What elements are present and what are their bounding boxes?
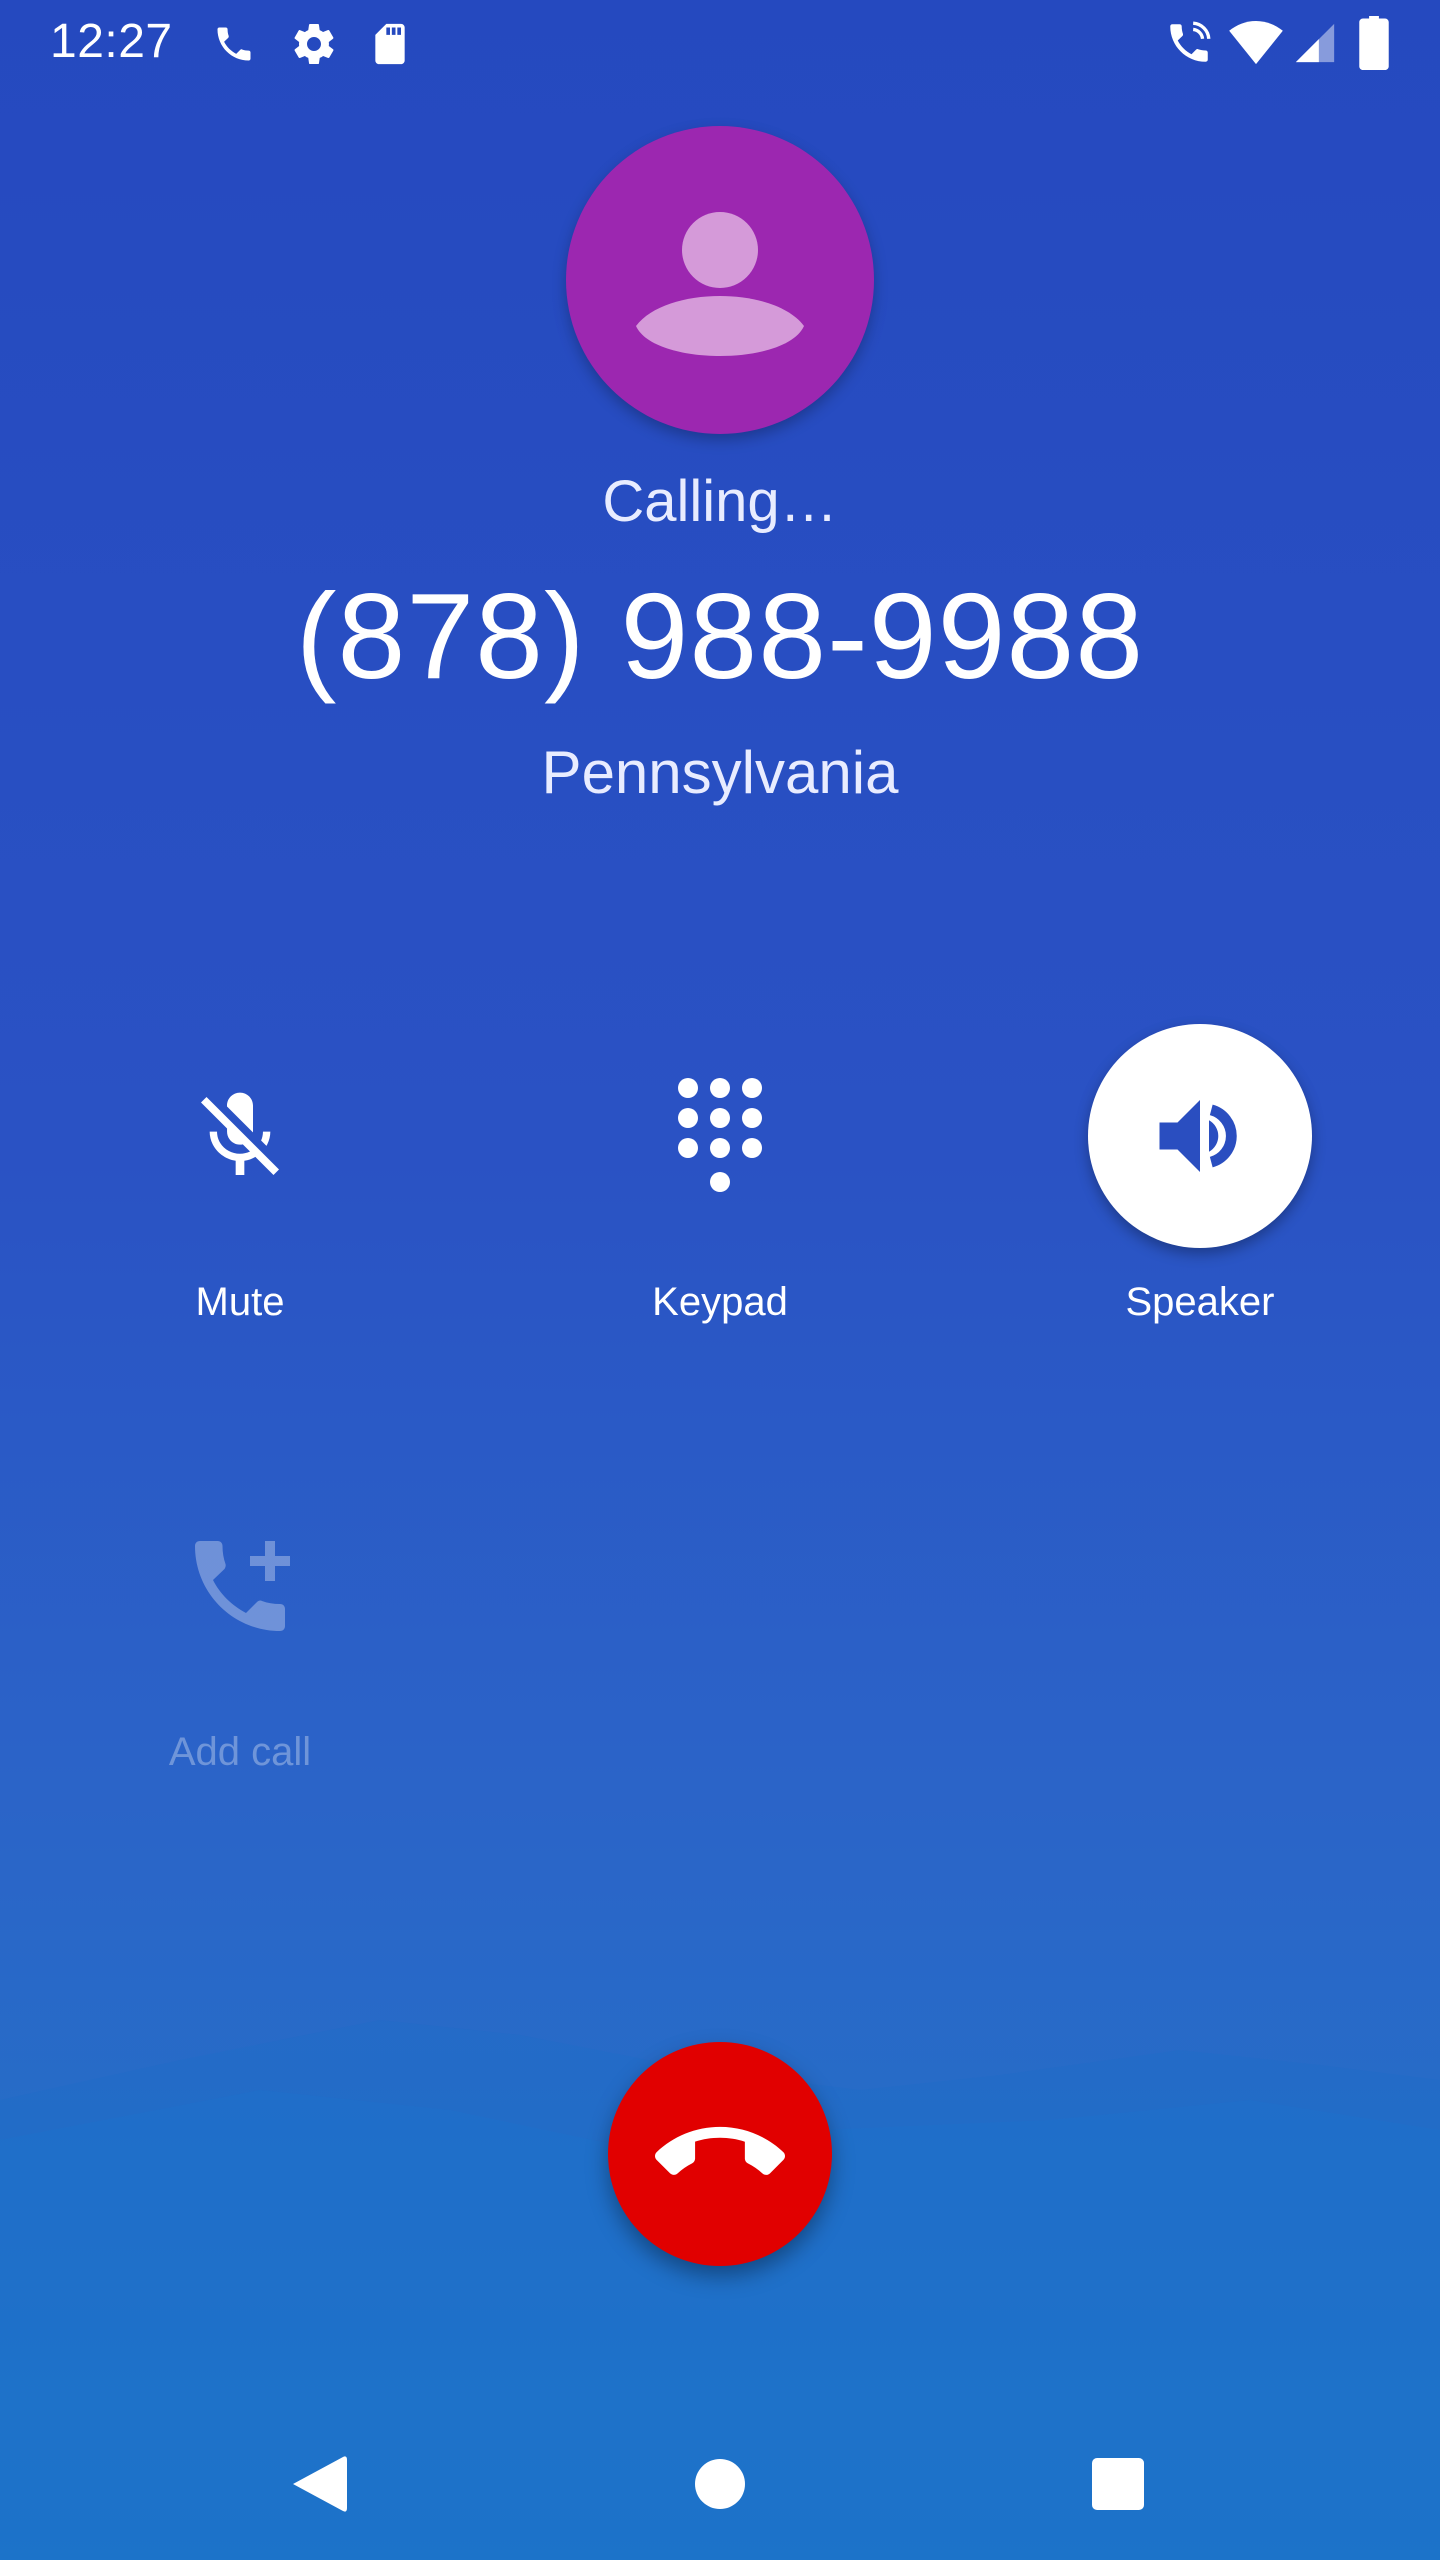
person-icon [636, 212, 804, 356]
recents-button[interactable] [1038, 2408, 1198, 2560]
home-icon [695, 2459, 745, 2509]
speaker-icon-wrap[interactable] [1088, 1024, 1312, 1248]
gear-icon [294, 24, 334, 65]
keypad-icon-wrap[interactable] [608, 1024, 832, 1248]
end-call-button[interactable] [608, 2042, 832, 2266]
phone-number: (878) 988-9988 [295, 568, 1145, 704]
mic-off-icon [201, 1092, 279, 1175]
in-call-screen: 12:27 Calling… (878) 988-9988 Pennsylvan… [0, 0, 1440, 2560]
cell-signal-icon [1295, 23, 1335, 63]
back-icon [293, 2456, 347, 2512]
end-call-icon [655, 2126, 785, 2175]
add-call-icon-wrap[interactable] [128, 1474, 352, 1698]
wifi-calling-icon [1170, 21, 1211, 62]
back-button[interactable] [240, 2408, 400, 2560]
mute-icon-wrap[interactable] [128, 1024, 352, 1248]
mute-label: Mute [195, 1280, 285, 1324]
phone-icon [217, 27, 251, 61]
contact-avatar [566, 126, 874, 434]
dialpad-icon [678, 1078, 762, 1192]
add-call-label: Add call [168, 1730, 312, 1774]
status-bar: 12:27 [0, 0, 1440, 84]
call-status: Calling… [602, 469, 838, 534]
keypad-label: Keypad [652, 1280, 788, 1324]
caller-location: Pennsylvania [541, 739, 899, 806]
status-time: 12:27 [50, 15, 173, 68]
home-button[interactable] [640, 2408, 800, 2560]
navigation-bar [0, 2408, 1440, 2560]
battery-icon [1359, 16, 1389, 70]
sd-card-icon [375, 23, 405, 65]
add-call-icon [195, 1541, 290, 1631]
wifi-icon [1229, 21, 1283, 65]
recents-icon [1092, 2458, 1144, 2510]
speaker-label: Speaker [1125, 1280, 1275, 1324]
speaker-icon [1159, 1100, 1237, 1172]
